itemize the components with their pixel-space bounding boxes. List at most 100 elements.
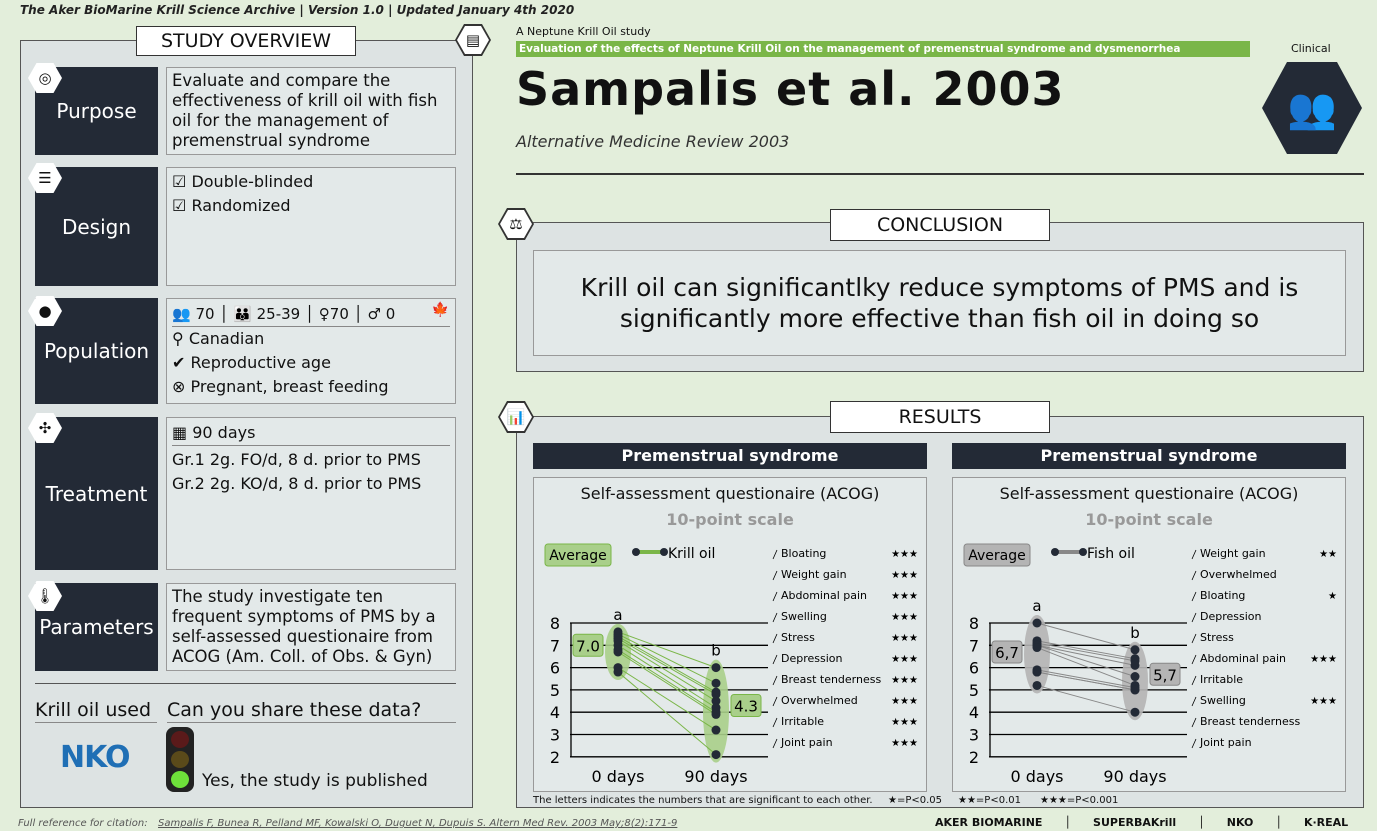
x-tick-label: 90 days [1103, 767, 1166, 786]
divider [516, 173, 1364, 175]
sig-legend: ★★★=P<0.001 [1040, 795, 1119, 806]
series-line [1036, 647, 1136, 686]
symptom-connector [1191, 696, 1197, 707]
divider [35, 722, 157, 723]
symptom-label: Abdominal pain [781, 589, 867, 602]
legend-dot [1051, 548, 1059, 556]
design-item: ☑ Randomized [172, 196, 291, 215]
legend-dot [632, 548, 640, 556]
symptom-label: Joint pain [1199, 736, 1252, 749]
symptom-label: Abdominal pain [1200, 652, 1286, 665]
symptom-significance: ★★★ [891, 675, 918, 686]
average-badge-label: Average [968, 548, 1026, 564]
average-value: 5,7 [1153, 666, 1177, 684]
y-tick-label: 7 [969, 636, 979, 655]
data-point [1130, 685, 1140, 695]
divider [167, 722, 456, 723]
category-label: Clinical [1291, 42, 1331, 55]
y-tick-label: 8 [969, 614, 979, 633]
symptom-label: Overwhelmed [1200, 568, 1277, 581]
treatment-content: ▦ 90 days Gr.1 2g. FO/d, 8 d. prior to P… [166, 417, 456, 570]
y-tick-label: 6 [969, 659, 979, 678]
symptom-connector [772, 633, 778, 644]
nko-footer-logo: NKO [1226, 816, 1254, 829]
symptom-connector [772, 549, 778, 560]
symptom-connector [1191, 717, 1197, 728]
y-tick-label: 2 [969, 748, 979, 767]
symptom-label: Breast tenderness [781, 673, 881, 686]
data-point [613, 647, 623, 657]
data-point [711, 750, 721, 760]
data-point [1130, 672, 1140, 682]
chart-subtitle: 10-point scale [666, 510, 794, 529]
series-line [1036, 669, 1136, 689]
x-tick-label: 0 days [591, 767, 644, 786]
symptom-significance: ★★★ [891, 612, 918, 623]
symptom-significance: ★★★ [891, 696, 918, 707]
symptom-label: Bloating [781, 547, 826, 560]
series-line [1036, 671, 1136, 691]
male-icon: ♂ [367, 305, 381, 323]
data-point [1130, 660, 1140, 670]
symptom-connector [772, 675, 778, 686]
symptom-significance: ★★★ [1310, 654, 1337, 665]
symptom-label: Breast tenderness [1200, 715, 1300, 728]
symptom-connector [772, 654, 778, 665]
symptom-label: Weight gain [781, 568, 847, 581]
symptom-label: Depression [1200, 610, 1262, 623]
x-tick-label: 90 days [684, 767, 747, 786]
symptom-connector [1191, 612, 1197, 623]
archive-line: The Aker BioMarine Krill Science Archive… [20, 3, 575, 17]
exclusion-row: ⊗ Pregnant, breast feeding [172, 377, 389, 396]
chart-panel-title: Premenstrual syndrome [952, 443, 1346, 469]
series-line [617, 638, 717, 695]
average-value: 6,7 [995, 644, 1019, 662]
people-group-icon: 👥 [1262, 62, 1362, 154]
chart-plot: 2 3 4 5 6 7 8 a b 6,7 5,7 0 days 90 days Average Fish … [963, 543, 1337, 786]
population-content: 👥 70 │ 👪 25-39 │ ♀70 │ ♂ 0 🍁 ⚲ Canadian … [166, 298, 456, 404]
symptom-connector [1191, 591, 1197, 602]
aker-logo: AKER BIOMARINE [935, 816, 1043, 829]
symptom-connector [772, 591, 778, 602]
series-line [617, 671, 717, 755]
symptom-connector [1191, 654, 1197, 665]
data-point [613, 667, 623, 677]
symptom-connector [1191, 675, 1197, 686]
y-tick-label: 5 [550, 681, 560, 700]
conclusion-title: CONCLUSION [830, 209, 1050, 241]
data-point [1130, 707, 1140, 717]
symptom-label: Bloating [1200, 589, 1245, 602]
kicker: A Neptune Krill Oil study [516, 25, 651, 38]
calendar-icon: ▦ [172, 423, 188, 442]
citation-link[interactable]: Sampalis F, Bunea R, Pelland MF, Kowalsk… [158, 818, 677, 829]
chart-panel-title: Premenstrual syndrome [533, 443, 927, 469]
series-line [1036, 644, 1136, 666]
gavel-icon: ⚖ [500, 210, 532, 238]
symptom-connector [772, 612, 778, 623]
female-icon: ♀ [318, 305, 330, 323]
data-point [1032, 643, 1042, 653]
divider [35, 683, 456, 684]
symptom-label: Swelling [1200, 694, 1246, 707]
symptom-significance: ★★★ [891, 591, 918, 602]
chart-plot: 2 3 4 5 6 7 8 a b 7.0 4.3 0 days 90 days Average Krill… [544, 543, 918, 786]
symptom-significance: ★★★ [1310, 696, 1337, 707]
subtitle-bar: Evaluation of the effects of Neptune Kri… [516, 41, 1250, 57]
parameters-text: The study investigate ten frequent sympt… [166, 583, 456, 671]
sig-legend: ★=P<0.05 [888, 795, 943, 806]
y-tick-label: 3 [969, 726, 979, 745]
legend-dot [1079, 548, 1087, 556]
symptom-significance: ★★★ [891, 570, 918, 581]
data-point [1032, 680, 1042, 690]
age-icon: 👪 [233, 305, 252, 323]
y-tick-label: 4 [969, 703, 979, 722]
population-stats: 👥 70 │ 👪 25-39 │ ♀70 │ ♂ 0 🍁 [172, 302, 450, 327]
symptom-significance: ★★★ [891, 549, 918, 560]
design-content: ☑ Double-blinded ☑ Randomized [166, 167, 456, 286]
symptom-label: Weight gain [1200, 547, 1266, 560]
average-badge-label: Average [549, 548, 607, 564]
symptom-label: Irritable [1200, 673, 1243, 686]
symptom-connector [772, 717, 778, 728]
results-title: RESULTS [830, 401, 1050, 433]
data-point [1032, 667, 1042, 677]
